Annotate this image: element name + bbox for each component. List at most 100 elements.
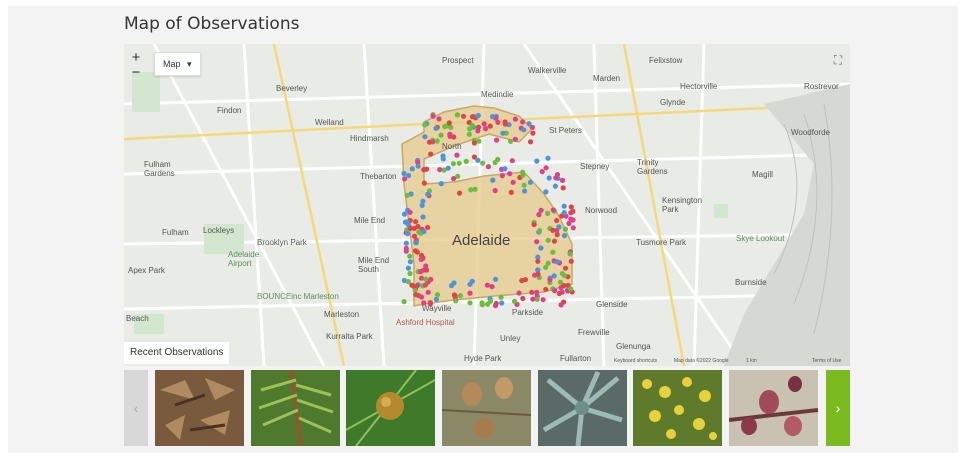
observation-marker[interactable] xyxy=(420,214,426,220)
observation-marker[interactable] xyxy=(493,276,499,282)
observation-marker[interactable] xyxy=(414,283,420,289)
observation-marker[interactable] xyxy=(560,185,566,191)
observation-marker[interactable] xyxy=(561,210,567,216)
observation-marker[interactable] xyxy=(469,278,475,284)
observation-marker[interactable] xyxy=(437,167,443,173)
observation-marker[interactable] xyxy=(562,265,569,271)
observation-marker[interactable] xyxy=(405,221,411,227)
observation-marker[interactable] xyxy=(529,289,535,295)
observation-marker[interactable] xyxy=(401,211,408,217)
observation-marker[interactable] xyxy=(521,182,527,188)
observation-marker[interactable] xyxy=(428,276,434,282)
observation-marker[interactable] xyxy=(552,183,558,189)
observation-marker[interactable] xyxy=(405,231,411,237)
observation-marker[interactable] xyxy=(401,299,407,305)
observation-marker[interactable] xyxy=(502,166,508,172)
observation-marker[interactable] xyxy=(561,203,567,209)
observation-marker[interactable] xyxy=(480,160,486,166)
observation-marker[interactable] xyxy=(492,303,499,309)
observation-marker[interactable] xyxy=(500,130,506,136)
observation-marker[interactable] xyxy=(508,138,514,144)
observation-marker[interactable] xyxy=(425,224,431,230)
observation-marker[interactable] xyxy=(550,249,556,255)
observation-marker[interactable] xyxy=(475,124,482,130)
observation-marker[interactable] xyxy=(401,170,407,177)
observation-marker[interactable] xyxy=(422,122,428,128)
observation-marker[interactable] xyxy=(490,114,496,120)
observations-map[interactable]: + − Map ▾ ⛶ Prospect Walkerville Marden … xyxy=(124,44,850,366)
observation-marker[interactable] xyxy=(409,282,415,288)
observation-marker[interactable] xyxy=(446,120,452,126)
terms-link[interactable]: Terms of Use xyxy=(812,358,841,364)
observation-marker[interactable] xyxy=(423,276,429,282)
observation-marker[interactable] xyxy=(421,228,427,235)
observation-marker[interactable] xyxy=(411,233,417,239)
observation-marker[interactable] xyxy=(413,219,419,225)
observation-marker[interactable] xyxy=(562,226,568,232)
observation-marker[interactable] xyxy=(545,210,551,216)
observation-marker[interactable] xyxy=(438,132,444,138)
carousel-prev-button[interactable]: ‹ xyxy=(124,370,148,446)
observation-marker[interactable] xyxy=(425,191,431,197)
observation-marker[interactable] xyxy=(418,294,425,300)
observation-marker[interactable] xyxy=(438,181,444,187)
observation-marker[interactable] xyxy=(570,208,576,215)
observation-marker[interactable] xyxy=(512,136,518,142)
observation-thumbnail[interactable] xyxy=(633,370,722,446)
observation-marker[interactable] xyxy=(454,152,460,158)
observation-marker[interactable] xyxy=(467,290,473,296)
observation-marker[interactable] xyxy=(554,217,560,224)
observation-marker[interactable] xyxy=(475,157,481,163)
observation-marker[interactable] xyxy=(407,259,413,265)
observation-marker[interactable] xyxy=(409,166,415,172)
observation-marker[interactable] xyxy=(403,245,409,251)
observation-marker[interactable] xyxy=(460,113,467,119)
observation-marker[interactable] xyxy=(520,295,526,302)
observation-marker[interactable] xyxy=(467,300,473,306)
zoom-in-button[interactable]: + xyxy=(128,50,144,65)
observation-marker[interactable] xyxy=(543,165,549,171)
observation-marker[interactable] xyxy=(407,270,413,277)
observation-marker[interactable] xyxy=(520,119,526,125)
observation-marker[interactable] xyxy=(487,123,493,129)
observation-marker[interactable] xyxy=(467,126,473,132)
observation-marker[interactable] xyxy=(451,280,457,286)
observation-marker[interactable] xyxy=(457,293,463,299)
observation-marker[interactable] xyxy=(430,113,436,119)
observation-marker[interactable] xyxy=(450,161,456,167)
observation-marker[interactable] xyxy=(476,138,482,144)
map-type-select[interactable]: Map ▾ xyxy=(154,52,201,76)
observation-marker[interactable] xyxy=(547,277,553,283)
observation-marker[interactable] xyxy=(475,113,481,119)
observation-marker[interactable] xyxy=(468,187,474,193)
observation-thumbnail[interactable] xyxy=(729,370,818,446)
observation-marker[interactable] xyxy=(403,240,409,246)
observation-marker[interactable] xyxy=(481,121,487,127)
observation-marker[interactable] xyxy=(543,264,549,270)
observation-marker[interactable] xyxy=(499,173,505,179)
observation-marker[interactable] xyxy=(539,169,545,175)
observation-marker[interactable] xyxy=(512,116,518,122)
observation-marker[interactable] xyxy=(433,125,439,131)
observation-marker[interactable] xyxy=(508,189,514,195)
observation-marker[interactable] xyxy=(531,221,537,228)
observation-marker[interactable] xyxy=(485,164,491,170)
observation-marker[interactable] xyxy=(484,282,490,288)
observation-marker[interactable] xyxy=(534,239,540,245)
observation-marker[interactable] xyxy=(492,160,498,166)
observation-marker[interactable] xyxy=(418,256,424,262)
observation-marker[interactable] xyxy=(407,253,413,259)
observation-marker[interactable] xyxy=(479,302,485,308)
observation-thumbnail[interactable] xyxy=(346,370,435,446)
observation-marker[interactable] xyxy=(546,175,552,181)
observation-marker[interactable] xyxy=(413,239,419,246)
observation-marker[interactable] xyxy=(415,223,421,230)
observation-marker[interactable] xyxy=(527,179,533,185)
keyboard-shortcuts-link[interactable]: Keyboard shortcuts xyxy=(614,358,657,364)
observation-marker[interactable] xyxy=(456,160,462,166)
observation-marker[interactable] xyxy=(430,139,436,145)
observation-marker[interactable] xyxy=(494,137,500,143)
observation-marker[interactable] xyxy=(550,227,556,233)
observation-marker[interactable] xyxy=(407,209,413,215)
observation-marker[interactable] xyxy=(421,180,427,186)
